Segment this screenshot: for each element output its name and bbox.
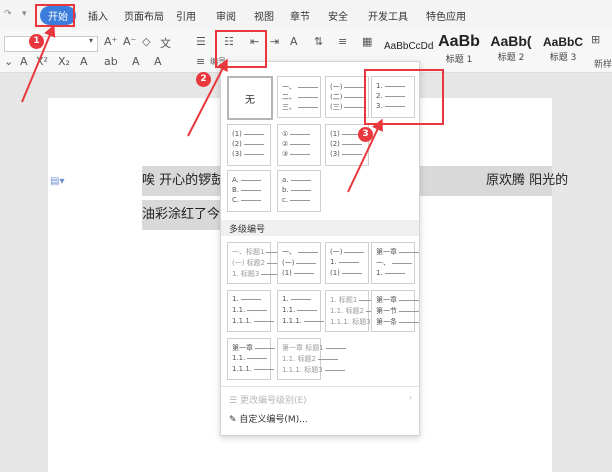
arrow-3 xyxy=(347,118,383,193)
arrow-1 xyxy=(21,24,56,103)
arrow-2 xyxy=(187,58,228,137)
callout-arrows xyxy=(21,24,383,193)
